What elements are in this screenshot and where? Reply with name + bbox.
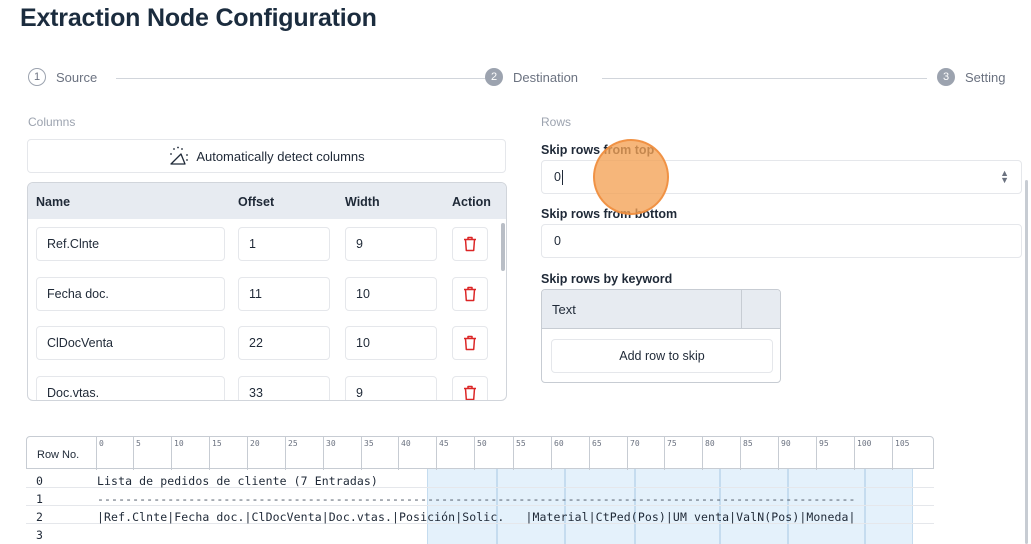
row-text: Lista de pedidos de cliente (7 Entradas) [97,474,378,488]
step-connector [116,78,496,79]
ruler-tick: 35 [361,437,374,470]
magic-wand-icon [170,146,189,165]
delete-column-button[interactable] [452,277,488,311]
row-number: 2 [36,510,43,524]
step-label: Destination [513,69,579,85]
rows-section-label: Rows [541,115,572,129]
preview-row: 3 [26,526,934,544]
row-number: 3 [36,528,43,542]
row-number: 0 [36,474,43,488]
keyword-table-header: Text [542,290,780,329]
row-number: 1 [36,492,43,506]
column-ruler: Row No. 0 5 10 15 20 25 30 35 40 45 50 5… [26,436,934,470]
ruler-tick: 60 [551,437,564,470]
skip-bottom-value: 0 [554,234,561,248]
ruler-tick: 100 [854,437,871,470]
stepper: 1 Source 2 Destination 3 Setting [28,68,1018,90]
number-spinner-icon[interactable]: ▲ ▼ [1000,169,1009,185]
ruler-tick: 20 [247,437,260,470]
ruler-tick: 55 [513,437,526,470]
skip-keyword-table: Text Add row to skip [541,289,781,383]
columns-section-label: Columns [28,115,76,129]
ruler-tick: 105 [892,437,909,470]
columns-table-header: Name Offset Width Action [28,183,506,219]
trash-icon [464,335,476,351]
column-name-input[interactable]: Fecha doc. [36,277,225,311]
auto-detect-columns-button[interactable]: Automatically detect columns [27,139,506,173]
column-offset-input[interactable]: 11 [238,277,330,311]
column-name-input[interactable]: Ref.Clnte [36,227,225,261]
step-connector [602,78,927,79]
delete-column-button[interactable] [452,326,488,360]
column-width-input[interactable]: 10 [345,326,437,360]
page-scrollbar[interactable] [1025,180,1028,544]
step-destination[interactable]: 2 Destination [485,68,578,86]
keyword-text-header: Text [552,302,576,317]
ruler-tick: 0 [96,437,104,470]
step-setting[interactable]: 3 Setting [937,68,1005,86]
trash-icon [464,385,476,400]
row-text: |Ref.Clnte|Fecha doc.|ClDocVenta|Doc.vta… [97,510,856,524]
trash-icon [464,286,476,302]
column-name-input[interactable]: Doc.vtas. [36,376,225,400]
page-title: Extraction Node Configuration [20,4,377,32]
column-name-input[interactable]: ClDocVenta [36,326,225,360]
table-row: ClDocVenta 22 10 [28,326,506,362]
column-width-input[interactable]: 9 [345,227,437,261]
delete-column-button[interactable] [452,227,488,261]
delete-column-button[interactable] [452,376,488,400]
ruler-tick: 50 [474,437,487,470]
skip-bottom-input[interactable]: 0 [541,224,1022,258]
step-number: 3 [937,68,955,86]
skip-bottom-label: Skip rows from bottom [541,207,678,221]
ruler-tick: 5 [133,437,141,470]
header-name: Name [36,195,71,209]
preview-row: 2 |Ref.Clnte|Fecha doc.|ClDocVenta|Doc.v… [26,508,934,526]
click-indicator [593,139,669,215]
skip-keyword-label: Skip rows by keyword [541,272,673,286]
step-source[interactable]: 1 Source [28,68,97,86]
step-label: Setting [965,69,1006,85]
ruler-tick: 90 [778,437,791,470]
step-label: Source [56,69,98,85]
step-number: 1 [28,68,46,86]
table-row: Doc.vtas. 33 9 [28,376,506,400]
text-preview-grid: Row No. 0 5 10 15 20 25 30 35 40 45 50 5… [26,436,936,544]
trash-icon [464,236,476,252]
column-offset-input[interactable]: 1 [238,227,330,261]
header-divider [741,290,742,329]
ruler-tick: 80 [702,437,715,470]
table-row: Ref.Clnte 1 9 [28,227,506,263]
ruler-tick: 65 [589,437,602,470]
preview-row: 1 --------------------------------------… [26,490,934,508]
table-row: Fecha doc. 11 10 [28,277,506,313]
ruler-tick: 70 [627,437,640,470]
columns-scrollbar[interactable] [501,223,505,271]
add-row-to-skip-button[interactable]: Add row to skip [551,339,773,373]
header-width: Width [345,195,380,209]
header-action: Action [452,195,491,209]
header-offset: Offset [238,195,275,209]
column-width-input[interactable]: 9 [345,376,437,400]
preview-row: 0 Lista de pedidos de cliente (7 Entrada… [26,472,934,490]
column-width-input[interactable]: 10 [345,277,437,311]
ruler-tick: 30 [323,437,336,470]
step-number: 2 [485,68,503,86]
column-offset-input[interactable]: 22 [238,326,330,360]
ruler-tick: 15 [209,437,222,470]
auto-detect-label: Automatically detect columns [196,148,365,164]
ruler-tick: 95 [816,437,829,470]
text-cursor [561,169,563,185]
column-offset-input[interactable]: 33 [238,376,330,400]
ruler-tick: 40 [398,437,411,470]
ruler-tick: 75 [664,437,677,470]
ruler-tick: 10 [171,437,184,470]
row-text: ----------------------------------------… [97,492,856,506]
columns-table: Name Offset Width Action Ref.Clnte 1 9 F… [27,182,507,401]
ruler-tick: 25 [285,437,298,470]
row-no-header: Row No. [37,449,80,461]
skip-top-value: 0 [554,170,561,184]
ruler-tick: 45 [436,437,449,470]
ruler-tick: 85 [740,437,753,470]
